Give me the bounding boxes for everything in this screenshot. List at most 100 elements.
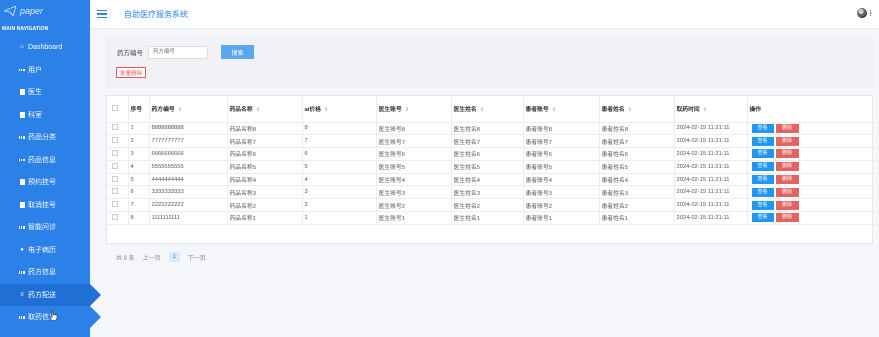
view-button[interactable]: 查看 <box>751 200 774 210</box>
sidebar-item-emr[interactable]: ● 电子病历 <box>0 239 90 262</box>
sidebar-item-drug-category[interactable]: 药品分类 <box>0 126 90 149</box>
sidebar-item-cancel-appointment[interactable]: 取消挂号 <box>0 194 90 217</box>
row-checkbox[interactable] <box>107 198 129 213</box>
table-cell: 医生姓名1 <box>451 211 524 225</box>
sidebar-item-dashboard[interactable]: ⌂ Dashboard <box>0 36 90 59</box>
col-header-doctor-account[interactable]: 医生账号 ⇕ <box>376 96 452 123</box>
prev-page-button[interactable]: 上一页 <box>143 253 161 262</box>
table-cell: 5555555555 <box>149 160 228 174</box>
avatar[interactable] <box>856 8 867 18</box>
sort-icon: ⇕ <box>551 107 556 114</box>
table-row: 4 5555555555 药品名称5 5 医生账号5 医生姓名5 患者账号5 患者姓名5 202… <box>107 160 879 174</box>
delete-button[interactable]: 删除 <box>775 213 799 223</box>
view-button[interactable]: 查看 <box>751 213 774 223</box>
view-button[interactable]: 查看 <box>751 162 774 172</box>
view-button[interactable]: 查看 <box>751 187 774 197</box>
row-checkbox[interactable] <box>107 211 129 225</box>
table-cell: 患者账号6 <box>523 147 600 161</box>
grid-icon <box>19 134 25 140</box>
grid-icon <box>19 224 25 230</box>
table-cell: 2 <box>302 198 377 213</box>
sidebar-item-departments[interactable]: 科室 <box>0 104 90 127</box>
sidebar-item-users[interactable]: 用户 <box>0 59 90 82</box>
row-checkbox[interactable] <box>107 173 129 187</box>
row-checkbox[interactable] <box>107 160 129 174</box>
row-checkbox[interactable] <box>107 147 129 161</box>
sidebar-item-doctors[interactable]: 医生 <box>0 81 90 104</box>
col-header-actions: 操作 <box>747 96 879 123</box>
sidebar-item-label: 用户 <box>28 66 42 74</box>
delete-button[interactable]: 删除 <box>775 175 799 185</box>
sidebar-item-smart-consult[interactable]: 智能问诊 <box>0 216 90 239</box>
delete-button[interactable]: 删除 <box>775 123 799 133</box>
row-checkbox[interactable] <box>107 185 129 200</box>
table-cell: 医生账号6 <box>376 147 452 161</box>
delete-button[interactable]: 删除 <box>775 162 799 172</box>
sort-icon: ⇕ <box>479 107 484 114</box>
col-header-patient-name[interactable]: 患者姓名 ⇕ <box>599 96 675 123</box>
row-actions: 查看 删除 <box>747 211 879 225</box>
delete-button[interactable]: 删除 <box>775 187 799 197</box>
col-header-doctor-name[interactable]: 医生姓名 ⇕ <box>451 96 524 123</box>
more-options-icon[interactable] <box>869 9 871 17</box>
view-button[interactable]: 查看 <box>751 175 774 185</box>
sidebar-item-appointment[interactable]: 预约挂号 <box>0 171 90 194</box>
hand-cursor-icon <box>49 310 58 321</box>
sidebar-item-label: Dashboard <box>28 43 63 51</box>
table-header-row: 序号 药方编号 ⇕ 药品名称 ⇕ ai价格 ⇕ 医生账号 ⇕ 医生姓名 ⇕ 患者账号 ⇕ 患… <box>107 96 879 123</box>
col-header-price[interactable]: ai价格 ⇕ <box>302 96 377 123</box>
view-button[interactable]: 查看 <box>751 136 774 146</box>
table-cell: 医生账号1 <box>376 211 452 225</box>
sort-icon: ⇕ <box>177 107 182 114</box>
current-page[interactable]: 1 <box>168 252 180 262</box>
table-cell: 2024-02-15 11:21:11 <box>674 211 748 225</box>
doc-icon <box>19 111 25 118</box>
row-checkbox[interactable] <box>107 122 129 136</box>
select-all-checkbox[interactable] <box>107 96 129 123</box>
table-cell: 医生账号4 <box>376 173 452 187</box>
view-button[interactable]: 查看 <box>751 123 774 133</box>
table-cell: 患者账号4 <box>523 173 600 187</box>
table-cell: 患者姓名4 <box>599 173 675 187</box>
table-cell: 7777777777 <box>149 134 228 149</box>
col-header-pickup-time[interactable]: 取药时间 ⇕ <box>674 96 748 123</box>
table-row: 5 4444444444 药品名称4 4 医生账号4 医生姓名4 患者账号4 患者姓名4 202… <box>107 173 879 187</box>
sidebar-item-label: 智能问诊 <box>28 224 56 232</box>
table-cell: 医生姓名4 <box>451 173 524 187</box>
table-cell: 2 <box>128 134 150 149</box>
table-cell: 医生账号2 <box>376 198 452 213</box>
delete-button[interactable]: 删除 <box>775 200 799 210</box>
sort-icon: ⇕ <box>323 107 329 114</box>
sidebar-item-prescription-delivery[interactable]: ≡ 药方配送 <box>0 283 101 306</box>
doc-icon <box>19 89 25 96</box>
table-cell: 8888888888 <box>149 122 228 136</box>
table-cell: 2024-02-15 11:21:11 <box>674 173 748 187</box>
col-header-drug-name[interactable]: 药品名称 ⇕ <box>227 96 303 123</box>
next-page-button[interactable]: 下一页 <box>188 253 206 262</box>
table-cell: 6 <box>302 147 377 161</box>
search-row: 药方编号 搜索 <box>117 45 254 59</box>
logo[interactable]: paper <box>0 0 90 22</box>
col-header-prescription-no[interactable]: 药方编号 ⇕ <box>149 96 228 123</box>
delete-button[interactable]: 删除 <box>775 149 799 159</box>
sidebar-item-drug-info[interactable]: 药品信息 <box>0 149 90 172</box>
delete-button[interactable]: 删除 <box>775 136 799 146</box>
sidebar-item-prescription-info[interactable]: 药方信息 <box>0 261 90 284</box>
table-cell: 7 <box>302 134 377 149</box>
view-button[interactable]: 查看 <box>751 149 774 159</box>
table-cell: 1 <box>128 122 150 136</box>
table-cell: 2024-02-15 11:21:11 <box>674 122 748 136</box>
menu-toggle-icon[interactable] <box>97 9 107 19</box>
col-header-patient-account[interactable]: 患者账号 ⇕ <box>523 96 600 123</box>
sidebar-item-pickup-info[interactable]: 取药信息 <box>0 306 101 329</box>
table-row: 2 7777777777 药品名称7 7 医生账号7 医生姓名7 患者账号7 患者姓名7 202… <box>107 134 879 149</box>
table-cell: 药品名称7 <box>227 134 303 149</box>
batch-delete-button[interactable]: 批量删除 <box>116 67 147 78</box>
search-input[interactable] <box>148 45 208 59</box>
search-button[interactable]: 搜索 <box>221 45 254 59</box>
table-row: 6 3333333333 药品名称3 3 医生账号3 医生姓名3 患者账号3 患者姓名3 202… <box>107 185 879 200</box>
table-cell: 药品名称3 <box>227 185 303 200</box>
row-checkbox[interactable] <box>107 134 129 149</box>
table-cell: 7 <box>128 198 150 213</box>
table-cell: 2024-02-15 11:21:11 <box>674 185 748 200</box>
